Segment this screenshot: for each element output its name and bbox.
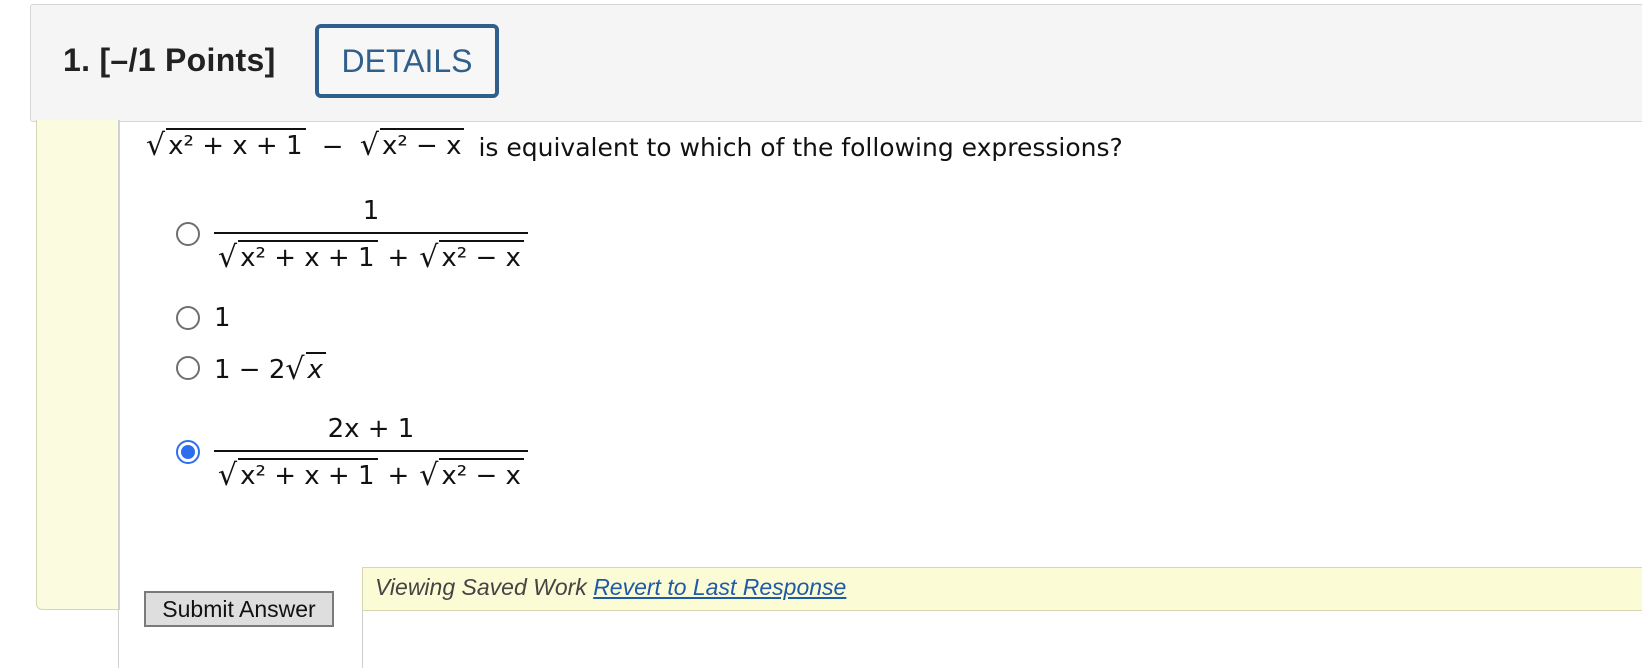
question-prompt: √ x² + x + 1 − √ x² − x is equivalent to… [146,128,1123,162]
option-1-radicand-left: x² + x + 1 [238,240,378,273]
option-2[interactable]: 1 [176,303,231,333]
content-divider [118,120,119,668]
footer-divider [362,611,363,668]
viewing-saved-work-text: Viewing Saved Work [375,574,587,600]
option-1-operator: + [387,242,410,273]
option-3-radicand: x [305,352,326,385]
revert-to-last-response-link[interactable]: Revert to Last Response [593,574,846,600]
radical-sign: √ [218,239,238,275]
option-3-expression: 1 − 2 √ x [214,352,326,385]
option-4-sqrt-left: √ x² + x + 1 [218,458,378,491]
prompt-text: is equivalent to which of the following … [478,132,1123,162]
option-1[interactable]: 1 √ x² + x + 1 + √ x² − x [176,196,528,273]
option-4-operator: + [387,460,410,491]
radical-sign: √ [419,239,439,275]
option-3-radio[interactable] [176,356,200,381]
option-2-radio[interactable] [176,306,200,330]
option-1-denominator: √ x² + x + 1 + √ x² − x [214,232,528,273]
option-4-sqrt-right: √ x² − x [419,458,524,491]
sqrt-left: √ x² + x + 1 [146,128,306,161]
option-4-radicand-left: x² + x + 1 [238,458,378,491]
option-4-numerator: 2x + 1 [327,414,415,444]
option-1-radicand-right: x² − x [439,240,524,273]
option-1-numerator: 1 [362,196,380,226]
option-1-sqrt-right: √ x² − x [419,240,524,273]
option-4-denominator: √ x² + x + 1 + √ x² − x [214,450,528,491]
radical-sign: √ [419,457,439,493]
option-4-radio[interactable] [176,440,200,465]
radicand-right: x² − x [379,128,465,161]
option-4[interactable]: 2x + 1 √ x² + x + 1 + √ x² − x [176,414,528,491]
prompt-operator: − [321,131,344,162]
option-4-fraction: 2x + 1 √ x² + x + 1 + √ x² − x [214,414,528,491]
option-2-text: 1 [214,303,231,333]
radicand-left: x² + x + 1 [166,128,306,161]
option-1-sqrt-left: √ x² + x + 1 [218,240,378,273]
radical-sign: √ [146,127,166,163]
prompt-expression: √ x² + x + 1 − √ x² − x [146,128,465,162]
question-sidebar [36,120,120,610]
saved-work-banner: Viewing Saved Work Revert to Last Respon… [362,567,1642,611]
sqrt-right: √ x² − x [360,128,465,161]
radical-sign: √ [285,351,305,387]
details-button[interactable]: DETAILS [315,24,499,98]
option-1-radio[interactable] [176,222,200,247]
option-1-fraction: 1 √ x² + x + 1 + √ x² − x [214,196,528,273]
option-3[interactable]: 1 − 2 √ x [176,352,326,385]
option-4-radicand-right: x² − x [439,458,524,491]
option-3-prefix: 1 − 2 [214,354,286,385]
question-number: 1. [–/1 Points] [63,42,276,78]
radical-sign: √ [359,127,379,163]
radical-sign: √ [218,457,238,493]
submit-answer-button[interactable]: Submit Answer [144,591,334,627]
question-header: 1. [–/1 Points] DETAILS [30,4,1642,122]
option-3-sqrt: √ x [285,352,326,385]
